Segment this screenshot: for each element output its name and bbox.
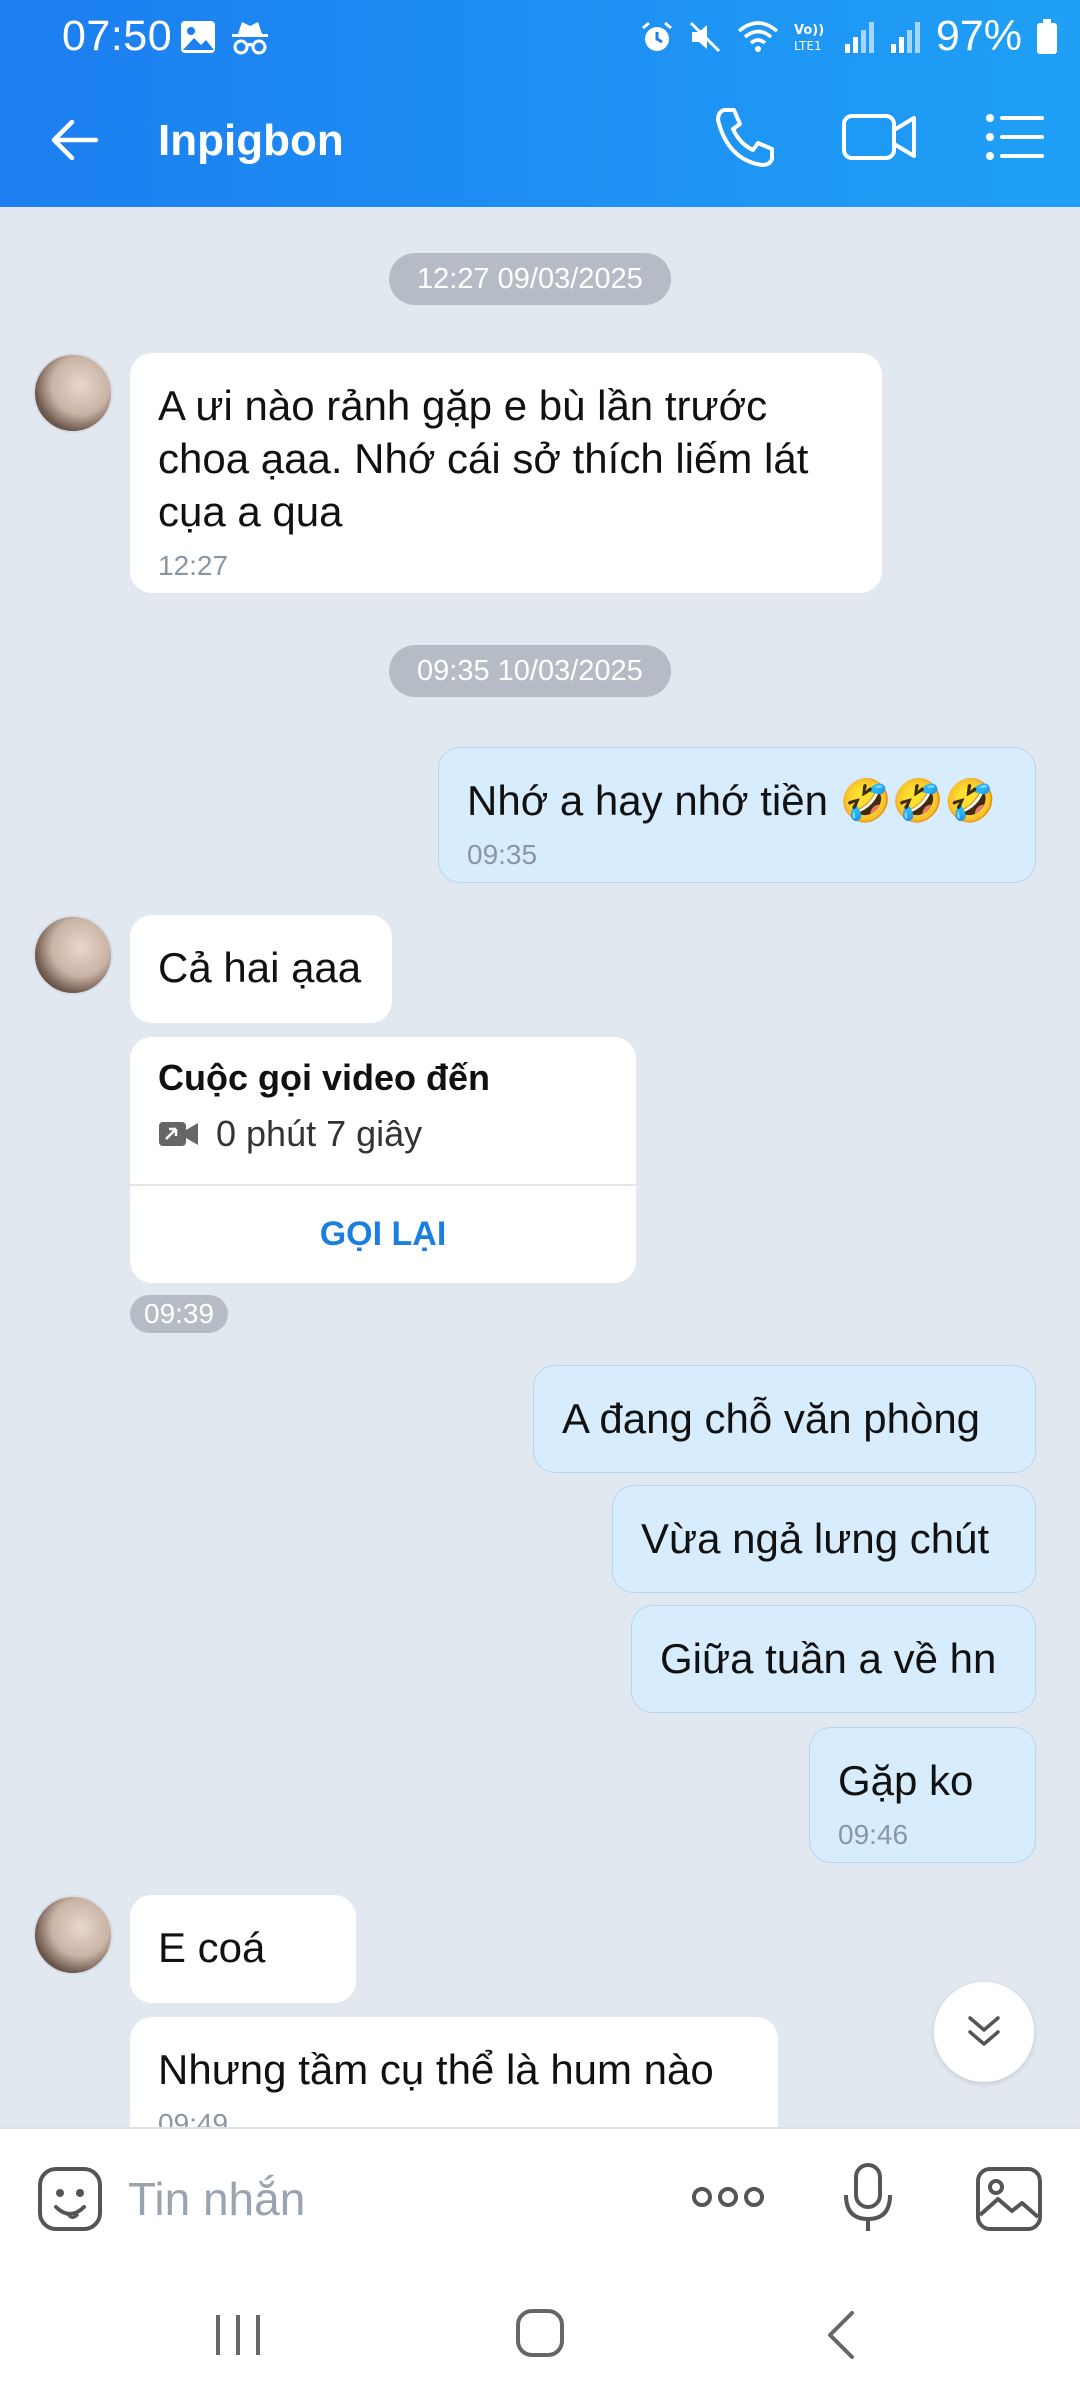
- more-options-button[interactable]: [688, 2179, 768, 2220]
- svg-text:Vo)): Vo)): [794, 23, 824, 38]
- chat-options-button[interactable]: [980, 102, 1050, 172]
- message-text: Vừa ngả lưng chút: [641, 1515, 990, 1562]
- message-text: Cả hai ạaa: [158, 944, 362, 991]
- recent-apps-button[interactable]: [210, 2307, 266, 2368]
- back-button[interactable]: [44, 108, 108, 172]
- system-back-button[interactable]: [818, 2307, 866, 2368]
- status-left-icons: [180, 20, 270, 56]
- scroll-to-bottom-button[interactable]: [934, 1982, 1034, 2082]
- message-bubble[interactable]: E coá: [130, 1895, 356, 2003]
- signal-icon: [844, 20, 876, 54]
- alarm-icon: [640, 20, 674, 54]
- message-text: Giữa tuần a về hn: [660, 1635, 997, 1682]
- sticker-button[interactable]: [36, 2165, 104, 2238]
- message-text: Gặp ko: [838, 1757, 974, 1804]
- message-text: Nhớ a hay nhớ tiền 🤣🤣🤣: [467, 777, 997, 824]
- mute-icon: [688, 20, 722, 54]
- message-time: 09:35: [467, 839, 538, 870]
- wifi-icon: [736, 20, 780, 54]
- status-bar: 07:50 Vo)) LTE1 97%: [0, 0, 1080, 72]
- signal-icon: [890, 20, 922, 54]
- battery-icon: [1036, 18, 1058, 55]
- message-list[interactable]: 12:27 09/03/2025 A ưi nào rảnh gặp e bù …: [0, 207, 1080, 2127]
- double-chevron-down-icon: [968, 2016, 1000, 2046]
- date-separator: 12:27 09/03/2025: [389, 253, 671, 305]
- message-time: 09:49: [158, 2108, 229, 2127]
- microphone-icon: [844, 2163, 892, 2231]
- avatar[interactable]: [33, 1895, 113, 1975]
- home-button[interactable]: [512, 2305, 568, 2366]
- message-bubble[interactable]: Vừa ngả lưng chút: [612, 1485, 1036, 1593]
- voice-call-button[interactable]: [710, 102, 780, 172]
- message-bubble[interactable]: Nhớ a hay nhớ tiền 🤣🤣🤣 09:35: [438, 747, 1036, 883]
- gallery-icon: [180, 20, 216, 56]
- app-bar: Inpigbon: [0, 72, 1080, 207]
- message-time: 12:27: [158, 550, 229, 581]
- message-text: A đang chỗ văn phòng: [562, 1395, 981, 1442]
- message-input[interactable]: [128, 2159, 648, 2239]
- send-image-button[interactable]: [974, 2165, 1044, 2238]
- message-composer: [0, 2127, 1080, 2267]
- incognito-icon: [230, 20, 270, 56]
- date-separator: 09:35 10/03/2025: [389, 645, 671, 697]
- call-back-button[interactable]: GỌI LẠI: [130, 1185, 636, 1283]
- message-text: E coá: [158, 1924, 266, 1971]
- avatar[interactable]: [33, 353, 113, 433]
- video-call-card: Cuộc gọi video đến 0 phút 7 giây GỌI LẠI: [130, 1037, 636, 1283]
- list-icon: [986, 114, 1044, 160]
- call-duration-row: 0 phút 7 giây: [158, 1113, 422, 1155]
- message-bubble[interactable]: A ưi nào rảnh gặp e bù lần trước choa ạa…: [130, 353, 882, 593]
- call-time: 09:39: [130, 1295, 229, 1333]
- image-icon: [976, 2167, 1042, 2231]
- message-bubble[interactable]: A đang chỗ văn phòng: [533, 1365, 1036, 1473]
- message-bubble[interactable]: Gặp ko 09:46: [809, 1727, 1036, 1863]
- video-camera-icon: [159, 1122, 198, 1146]
- message-bubble[interactable]: Nhưng tầm cụ thể là hum nào 09:49: [130, 2017, 778, 2127]
- arrow-left-icon: [51, 119, 99, 161]
- status-time: 07:50: [62, 12, 173, 60]
- message-text: A ưi nào rảnh gặp e bù lần trước choa ạa…: [158, 382, 809, 535]
- avatar[interactable]: [33, 915, 113, 995]
- chevron-left-icon: [828, 2311, 854, 2359]
- battery-percent: 97%: [935, 12, 1022, 60]
- voice-message-button[interactable]: [840, 2161, 896, 2240]
- phone-icon: [716, 108, 774, 167]
- call-duration: 0 phút 7 giây: [216, 1113, 423, 1154]
- message-text: Nhưng tầm cụ thể là hum nào: [158, 2046, 714, 2093]
- video-call-button[interactable]: [840, 102, 920, 172]
- recent-apps-icon: [216, 2315, 260, 2355]
- volte-icon: Vo)) LTE1: [794, 20, 830, 54]
- message-time: 09:46: [838, 1819, 909, 1850]
- svg-text:LTE1: LTE1: [794, 39, 822, 53]
- chat-header: 07:50 Vo)) LTE1 97% Inpigbon: [0, 0, 1080, 207]
- status-right-icons: Vo)) LTE1 97%: [640, 12, 1058, 61]
- video-camera-icon: [842, 114, 916, 160]
- more-horizontal-icon: [692, 2187, 764, 2207]
- sticker-icon: [38, 2167, 102, 2231]
- system-nav-bar: [0, 2267, 1080, 2400]
- message-bubble[interactable]: Cả hai ạaa: [130, 915, 392, 1023]
- home-icon: [516, 2309, 564, 2357]
- conversation-title[interactable]: Inpigbon: [158, 116, 344, 166]
- message-bubble[interactable]: Giữa tuần a về hn: [631, 1605, 1036, 1713]
- call-title: Cuộc gọi video đến: [158, 1057, 491, 1098]
